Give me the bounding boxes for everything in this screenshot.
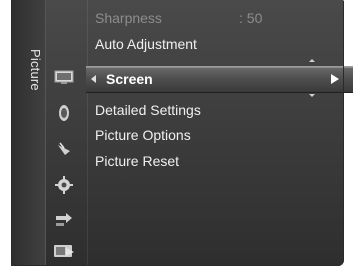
menu-item-sharpness[interactable]: Sharpness : 50 (95, 7, 262, 29)
category-icon-column (47, 0, 83, 266)
menu-item-detailed-settings[interactable]: Detailed Settings (95, 99, 201, 121)
setup-icon[interactable] (52, 175, 76, 195)
category-label: Picture (28, 49, 43, 91)
menu-item-picture-options[interactable]: Picture Options (95, 124, 191, 146)
menu-item-screen-label: Screen (106, 71, 153, 87)
channel-icon[interactable] (52, 139, 76, 159)
tv-osd-menu: Picture Screen Sharpness: 50 Auto Adjus… (11, 0, 353, 266)
menu-item-label: Picture Options (95, 127, 191, 143)
sound-icon[interactable] (52, 103, 76, 123)
chevron-right-icon[interactable] (331, 74, 339, 84)
application-icon[interactable] (52, 241, 76, 261)
menu-item-label: Detailed Settings (95, 102, 201, 118)
chevron-left-icon (91, 75, 96, 83)
input-icon[interactable] (52, 210, 76, 230)
scroll-down-icon[interactable] (309, 94, 315, 97)
menu-item-picture-reset[interactable]: Picture Reset (95, 150, 179, 172)
menu-item-label: Sharpness (95, 10, 162, 26)
selection-highlight[interactable]: Screen (86, 66, 353, 93)
menu-item-auto-adjustment[interactable]: Auto Adjustment (95, 33, 197, 55)
scroll-up-icon[interactable] (309, 59, 315, 62)
divider (87, 0, 88, 266)
picture-icon[interactable] (52, 67, 76, 87)
sharpness-value: : 50 (239, 10, 263, 26)
category-tab: Picture (11, 0, 46, 266)
menu-item-label: Picture Reset (95, 153, 180, 169)
menu-item-label: Auto Adjustment (95, 36, 197, 52)
